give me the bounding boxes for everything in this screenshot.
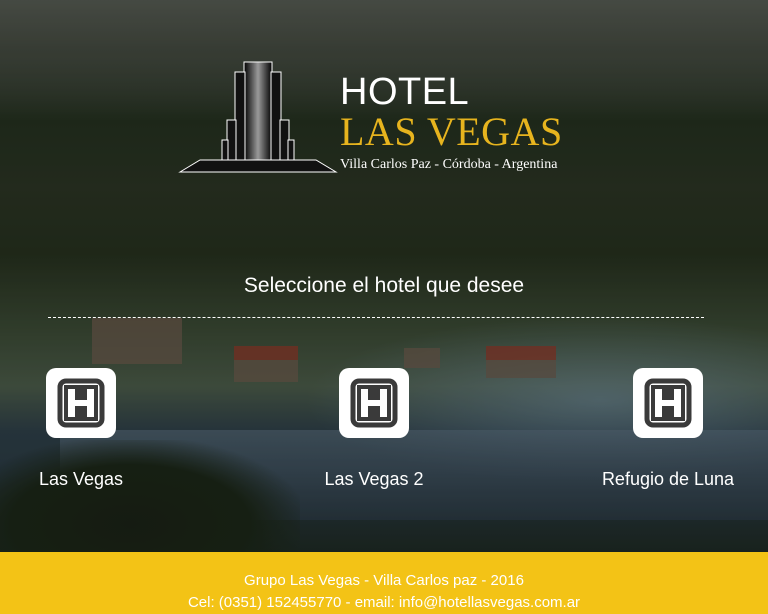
- hotel-option-las-vegas[interactable]: Las Vegas: [0, 368, 181, 490]
- dashed-divider: [48, 317, 704, 318]
- footer-contact: Cel: (0351) 152455770 - email: info@hote…: [187, 594, 581, 611]
- select-hotel-heading: Seleccione el hotel que desee: [243, 274, 525, 297]
- hotel-h-icon[interactable]: [46, 368, 116, 438]
- footer-copyright: Grupo Las Vegas - Villa Carlos paz - 201…: [244, 572, 524, 589]
- hotel-option-label[interactable]: Las Vegas: [0, 468, 181, 490]
- hotel-option-label[interactable]: Refugio de Luna: [568, 468, 768, 490]
- hotel-building-logo-icon: [178, 61, 338, 173]
- logo-location: Villa Carlos Paz - Córdoba - Argentina: [340, 157, 558, 172]
- hotel-option-refugio-de-luna[interactable]: Refugio de Luna: [568, 368, 768, 490]
- hotel-logo-text: HOTEL LAS VEGAS Villa Carlos Paz - Córdo…: [340, 72, 563, 174]
- hotel-option-label[interactable]: Las Vegas 2: [274, 468, 474, 490]
- hotel-option-las-vegas-2[interactable]: Las Vegas 2: [274, 368, 474, 490]
- logo-hotel-word: HOTEL: [340, 71, 470, 113]
- footer: Grupo Las Vegas - Villa Carlos paz - 201…: [0, 552, 768, 614]
- logo-hotel-name: LAS VEGAS: [340, 109, 563, 154]
- hotel-h-icon[interactable]: [633, 368, 703, 438]
- hotel-h-icon[interactable]: [339, 368, 409, 438]
